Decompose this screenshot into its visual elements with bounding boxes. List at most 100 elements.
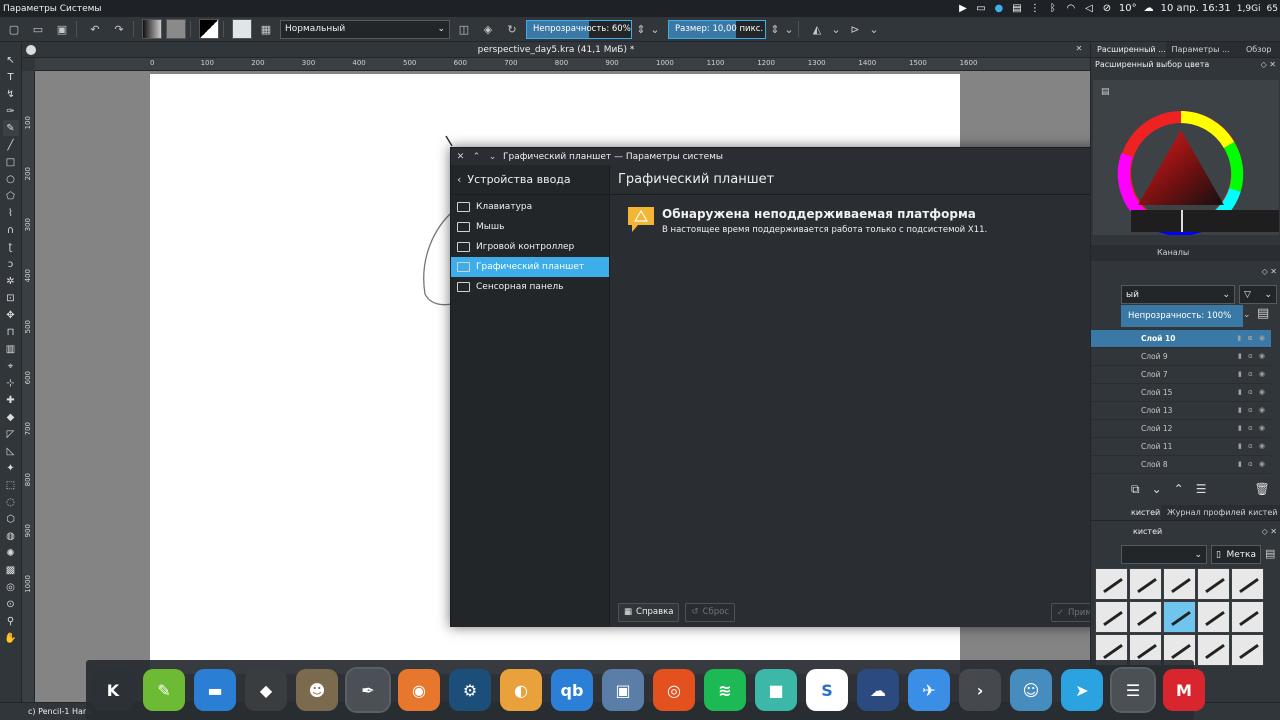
reload-icon[interactable]: ↻ bbox=[502, 19, 522, 39]
move-down-icon[interactable]: ⌄ bbox=[1152, 482, 1162, 497]
magnetic-select-icon[interactable]: ⊙ bbox=[3, 596, 19, 612]
bezier-select-icon[interactable]: ◎ bbox=[3, 579, 19, 595]
brush-preset[interactable] bbox=[1163, 601, 1196, 633]
layer-flags-icon[interactable]: ▮ α ◉ bbox=[1238, 442, 1267, 450]
document-tab[interactable]: perspective_day5.kra (41,1 МиБ) * ✕ bbox=[22, 42, 1090, 58]
save-icon[interactable]: ▣ bbox=[52, 19, 72, 39]
play-icon[interactable]: ▶ bbox=[957, 3, 969, 15]
inkscape-icon[interactable]: ◆ bbox=[245, 669, 287, 711]
layer-row[interactable]: Слой 15 ▮ α ◉ bbox=[1091, 384, 1271, 402]
sidebar-item[interactable]: Мышь bbox=[451, 217, 609, 237]
blend-mode-select[interactable]: Нормальный ⌄ bbox=[280, 19, 450, 39]
text-tool-icon[interactable]: T bbox=[3, 69, 19, 85]
network-icon[interactable]: ⋮ bbox=[1029, 3, 1041, 15]
reset-button[interactable]: ↺ Сброс bbox=[685, 602, 736, 622]
volume-icon[interactable]: ◁ bbox=[1083, 3, 1095, 15]
ellipse-select-icon[interactable]: ◌ bbox=[3, 494, 19, 510]
brush-preset[interactable] bbox=[1197, 634, 1230, 666]
game-app-icon[interactable]: ■ bbox=[755, 669, 797, 711]
docker-controls-icon[interactable]: ◇ ✕ bbox=[1261, 58, 1276, 72]
back-button[interactable]: ‹ Устройства ввода bbox=[451, 165, 609, 195]
dynamic-brush-icon[interactable]: ↄ bbox=[3, 256, 19, 272]
sidebar-item[interactable]: Клавиатура bbox=[451, 197, 609, 217]
brush-preset-icon[interactable] bbox=[232, 19, 252, 39]
layer-flags-icon[interactable]: ▮ α ◉ bbox=[1238, 388, 1267, 396]
contiguous-select-icon[interactable]: ✺ bbox=[3, 545, 19, 561]
brush-preset[interactable] bbox=[1231, 634, 1264, 666]
layer-row[interactable]: Слой 9 ▮ α ◉ bbox=[1091, 348, 1271, 366]
crop-tool-icon[interactable]: ⊡ bbox=[3, 290, 19, 306]
tab-layers[interactable] bbox=[1091, 245, 1151, 261]
freehand-select-icon[interactable]: ◍ bbox=[3, 528, 19, 544]
vertical-ruler[interactable]: 100 200 300 400 500 600 700 800 900 1000 bbox=[22, 71, 35, 702]
maximize-icon[interactable]: ⌃ bbox=[470, 152, 483, 162]
transform-tool-icon[interactable]: ⊓ bbox=[3, 324, 19, 340]
brush-tool-icon[interactable]: ✎ bbox=[2, 120, 19, 136]
layer-blend-select[interactable]: ый ⌄ bbox=[1121, 285, 1235, 304]
falkon-icon[interactable]: ✈ bbox=[908, 669, 950, 711]
layer-row[interactable]: Слой 13 ▮ α ◉ bbox=[1091, 402, 1271, 420]
qbittorrent-icon[interactable]: qb bbox=[551, 669, 593, 711]
duplicate-layer-icon[interactable]: ⧉ bbox=[1131, 482, 1140, 497]
stepper-icon[interactable]: ⇕ bbox=[636, 19, 646, 39]
mega-icon[interactable]: M bbox=[1163, 669, 1205, 711]
layer-filter-select[interactable]: ▽ ⌄ bbox=[1239, 285, 1277, 304]
tab-advanced-color[interactable]: Расширенный ... bbox=[1091, 42, 1166, 57]
brush-preset[interactable] bbox=[1197, 568, 1230, 600]
docker-controls-icon[interactable]: ◇ ✕ bbox=[1262, 265, 1277, 279]
measure-tool-icon[interactable]: ◺ bbox=[3, 443, 19, 459]
horizontal-ruler[interactable]: 0 100 200 300 400 500 600 700 800 900 1000 1100 1200… bbox=[35, 58, 1090, 71]
wifi-icon[interactable]: ◠ bbox=[1065, 3, 1077, 15]
dialog-titlebar[interactable]: ✕ ⌃ ⌄ Графический планшет — Параметры си… bbox=[451, 148, 1129, 165]
bezier-tool-icon[interactable]: ∩ bbox=[3, 222, 19, 238]
zoom-tool-icon[interactable]: ⚲ bbox=[3, 613, 19, 629]
layer-row[interactable]: Слой 12 ▮ α ◉ bbox=[1091, 420, 1271, 438]
rectangle-tool-icon[interactable]: □ bbox=[3, 154, 19, 170]
layer-flags-icon[interactable]: ▮ α ◉ bbox=[1237, 334, 1267, 342]
layer-row[interactable]: Слой 10 ▮ α ◉ bbox=[1091, 330, 1271, 348]
size-slider[interactable]: Размер: 10,00 пикс. bbox=[668, 19, 766, 39]
tab-channels[interactable]: Каналы bbox=[1151, 245, 1280, 261]
ellipse-tool-icon[interactable]: ○ bbox=[3, 171, 19, 187]
notifications-icon[interactable]: ⊘ bbox=[1101, 3, 1113, 15]
brush-preset[interactable] bbox=[1197, 601, 1230, 633]
telegram-icon[interactable]: ➤ bbox=[1061, 669, 1103, 711]
color-wheel[interactable]: ▤ bbox=[1093, 80, 1279, 236]
smart-patch-icon[interactable]: ⊹ bbox=[3, 375, 19, 391]
godot-icon[interactable]: ☺ bbox=[1010, 669, 1052, 711]
cloud-icon[interactable]: ☁ bbox=[857, 669, 899, 711]
select-tool-icon[interactable]: ↖ bbox=[3, 52, 19, 68]
chevron-down-icon[interactable]: ⌄ bbox=[831, 19, 841, 39]
rect-select-icon[interactable]: ⬚ bbox=[3, 477, 19, 493]
simplenote-icon[interactable]: S bbox=[806, 669, 848, 711]
mirror-vertical-icon[interactable]: ⊳ bbox=[845, 19, 865, 39]
gimp-icon[interactable]: ☻ bbox=[296, 669, 338, 711]
screen-icon[interactable]: ▭ bbox=[975, 3, 987, 15]
brush-preset[interactable] bbox=[1231, 601, 1264, 633]
kde-icon[interactable]: K bbox=[92, 669, 134, 711]
calligraphy-icon[interactable]: ✑ bbox=[3, 103, 19, 119]
bluetooth-icon[interactable]: ᛒ bbox=[1047, 3, 1059, 15]
move-up-icon[interactable]: ⌃ bbox=[1174, 482, 1184, 497]
line-tool-icon[interactable]: ╱ bbox=[3, 137, 19, 153]
layer-row[interactable]: Слой 7 ▮ α ◉ bbox=[1091, 366, 1271, 384]
layer-settings-icon[interactable]: ☰ bbox=[1196, 482, 1207, 497]
fg-bg-color-swatch[interactable] bbox=[199, 19, 219, 39]
delete-layer-icon[interactable]: 🗑 bbox=[1254, 482, 1269, 497]
help-button[interactable]: ▦ Справка bbox=[618, 602, 680, 622]
eraser-icon[interactable]: ◫ bbox=[454, 19, 474, 39]
color-selector[interactable]: ▤ bbox=[1093, 80, 1279, 236]
docker-controls-icon[interactable]: ◇ ✕ bbox=[1262, 525, 1277, 539]
layer-flags-icon[interactable]: ▮ α ◉ bbox=[1238, 406, 1267, 414]
tab-overview[interactable]: Обзор bbox=[1240, 42, 1280, 57]
brush-preset[interactable] bbox=[1129, 601, 1162, 633]
pipette-app-icon[interactable]: ✎ bbox=[143, 669, 185, 711]
brush-preset[interactable] bbox=[1163, 568, 1196, 600]
redo-icon[interactable]: ↷ bbox=[109, 19, 129, 39]
bucket-icon[interactable]: ◆ bbox=[3, 409, 19, 425]
blender-icon[interactable]: ◉ bbox=[398, 669, 440, 711]
tab-brushes[interactable]: кистей bbox=[1091, 505, 1161, 520]
layer-flags-icon[interactable]: ▮ α ◉ bbox=[1238, 370, 1267, 378]
open-icon[interactable]: ▭ bbox=[28, 19, 48, 39]
similar-select-icon[interactable]: ▩ bbox=[3, 562, 19, 578]
